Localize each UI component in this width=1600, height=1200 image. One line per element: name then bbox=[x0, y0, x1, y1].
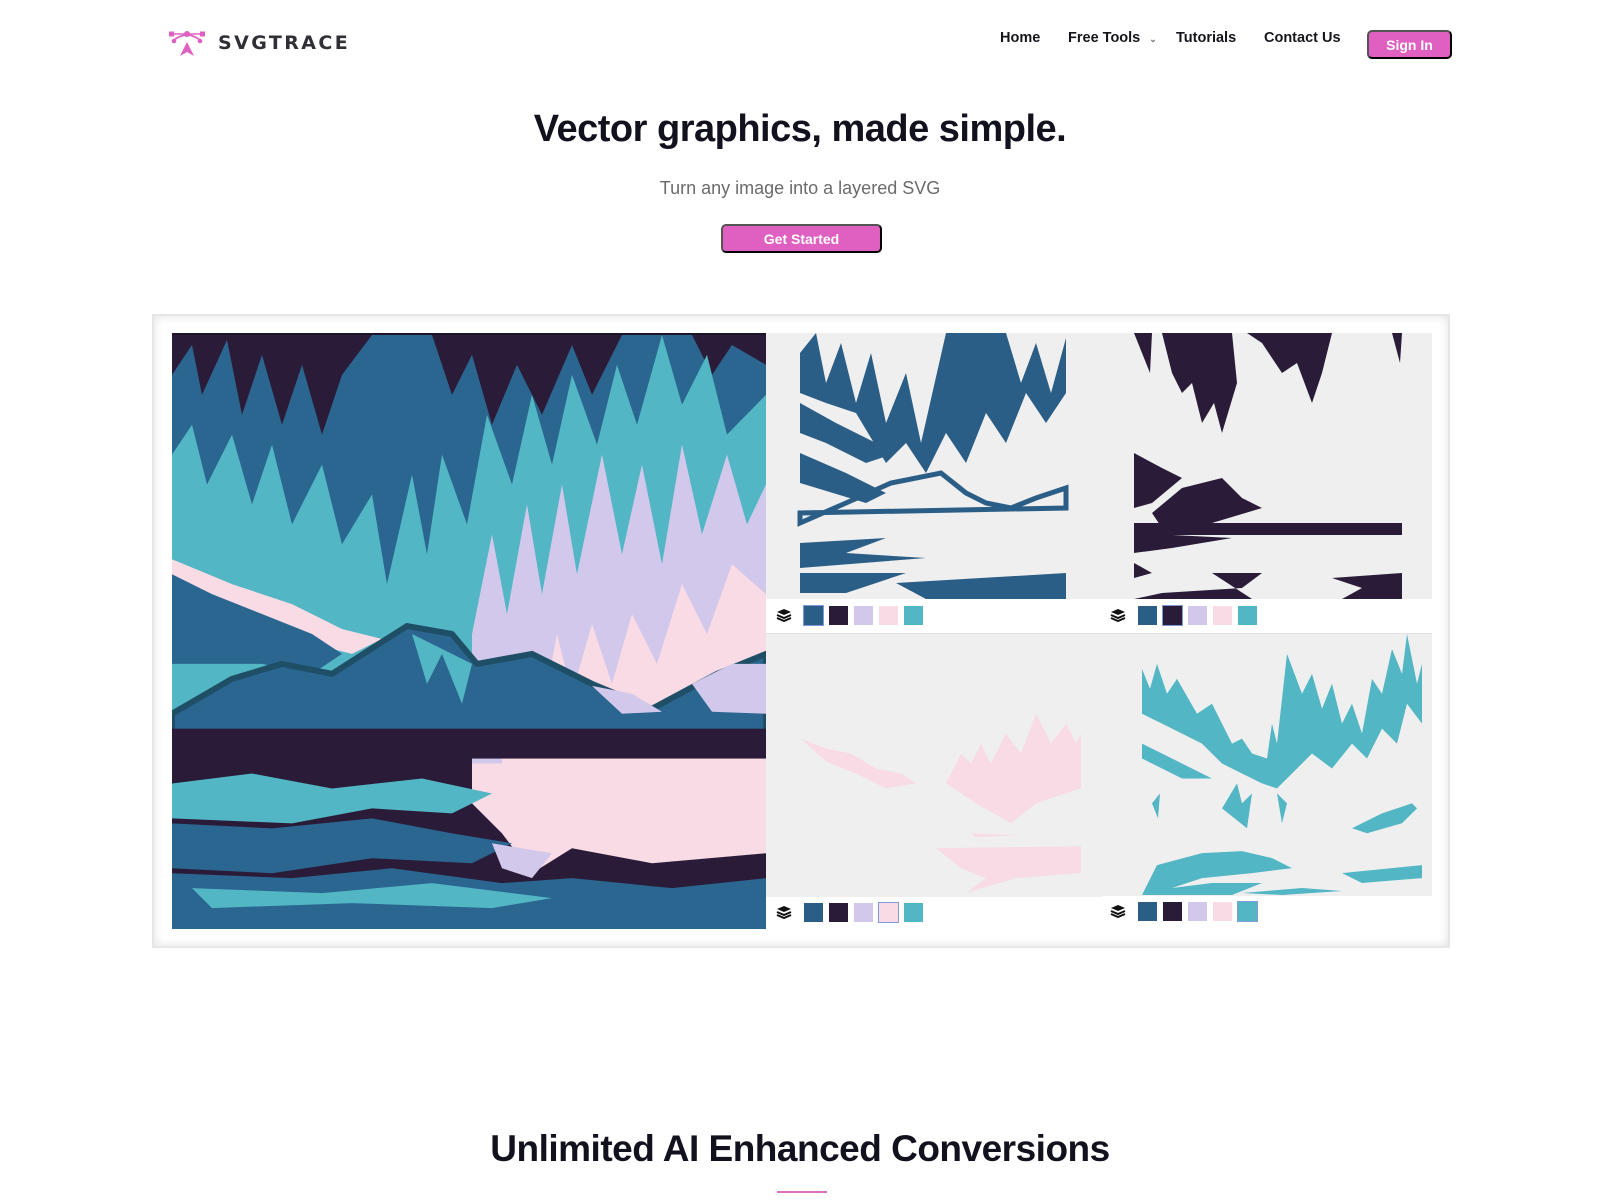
layered-svg-preview bbox=[172, 333, 766, 929]
chevron-down-icon: ⌄ bbox=[1149, 33, 1157, 44]
nav-tutorials[interactable]: Tutorials bbox=[1176, 30, 1236, 46]
dark-blue-layer-shapes bbox=[797, 333, 1069, 599]
deep-purple-layer-shapes bbox=[1134, 333, 1402, 599]
layers-icon[interactable] bbox=[1110, 904, 1126, 918]
swatch-pink[interactable] bbox=[879, 605, 898, 625]
teal-layer-shapes bbox=[1142, 634, 1422, 896]
swatch-deep-purple[interactable] bbox=[1162, 604, 1183, 626]
top-navigation: SVGTRACE Home Free Tools ⌄ Tutorials Con… bbox=[0, 0, 1600, 86]
layer-preview-deep-purple[interactable] bbox=[1102, 333, 1432, 599]
palette-row-pink bbox=[776, 901, 923, 923]
swatch-deep-purple[interactable] bbox=[829, 605, 848, 625]
brand-logo[interactable]: SVGTRACE bbox=[168, 28, 350, 58]
layers-icon[interactable] bbox=[776, 608, 792, 622]
swatch-pink[interactable] bbox=[878, 901, 899, 923]
palette-row-teal bbox=[1110, 900, 1258, 922]
swatch-deep-purple[interactable] bbox=[829, 902, 848, 922]
swatch-teal[interactable] bbox=[1237, 900, 1258, 922]
swatch-deep-purple[interactable] bbox=[1163, 901, 1182, 921]
layers-icon[interactable] bbox=[1110, 608, 1126, 622]
get-started-button[interactable]: Get Started bbox=[721, 224, 882, 253]
hero-subtitle: Turn any image into a layered SVG bbox=[659, 178, 941, 198]
swatch-dark-blue[interactable] bbox=[1138, 605, 1157, 625]
brand-name: SVGTRACE bbox=[218, 32, 351, 54]
layer-preview-teal[interactable] bbox=[1102, 633, 1432, 896]
nav-free-tools-label: Free Tools bbox=[1068, 30, 1141, 46]
swatch-lavender[interactable] bbox=[854, 902, 873, 922]
layer-preview-dark-blue[interactable] bbox=[766, 333, 1102, 599]
nav-free-tools[interactable]: Free Tools ⌄ bbox=[1068, 30, 1157, 46]
swatch-lavender[interactable] bbox=[854, 605, 873, 625]
section-title: Unlimited AI Enhanced Conversions bbox=[490, 1128, 1110, 1169]
swatch-dark-blue[interactable] bbox=[1138, 901, 1157, 921]
bezier-pen-icon bbox=[169, 31, 205, 56]
swatch-pink[interactable] bbox=[1213, 901, 1232, 921]
swatch-pink[interactable] bbox=[1213, 605, 1232, 625]
aurora-landscape-illustration bbox=[172, 335, 766, 929]
palette-row-dark-blue bbox=[776, 604, 923, 626]
swatch-teal[interactable] bbox=[1238, 605, 1257, 625]
swatch-teal[interactable] bbox=[904, 605, 923, 625]
hero-title: Vector graphics, made simple. bbox=[533, 108, 1067, 150]
layers-icon[interactable] bbox=[776, 905, 792, 919]
nav-contact-us[interactable]: Contact Us bbox=[1264, 30, 1341, 46]
pink-layer-shapes bbox=[801, 713, 1081, 894]
sign-in-button[interactable]: Sign In bbox=[1367, 30, 1452, 59]
palette-row-deep-purple bbox=[1110, 604, 1257, 626]
swatch-lavender[interactable] bbox=[1188, 901, 1207, 921]
swatch-dark-blue[interactable] bbox=[804, 902, 823, 922]
swatch-dark-blue[interactable] bbox=[803, 604, 824, 626]
swatch-teal[interactable] bbox=[904, 902, 923, 922]
swatch-lavender[interactable] bbox=[1188, 605, 1207, 625]
nav-home[interactable]: Home bbox=[1000, 30, 1040, 46]
layer-preview-pink[interactable] bbox=[766, 633, 1102, 897]
section-title-underline bbox=[777, 1191, 827, 1193]
